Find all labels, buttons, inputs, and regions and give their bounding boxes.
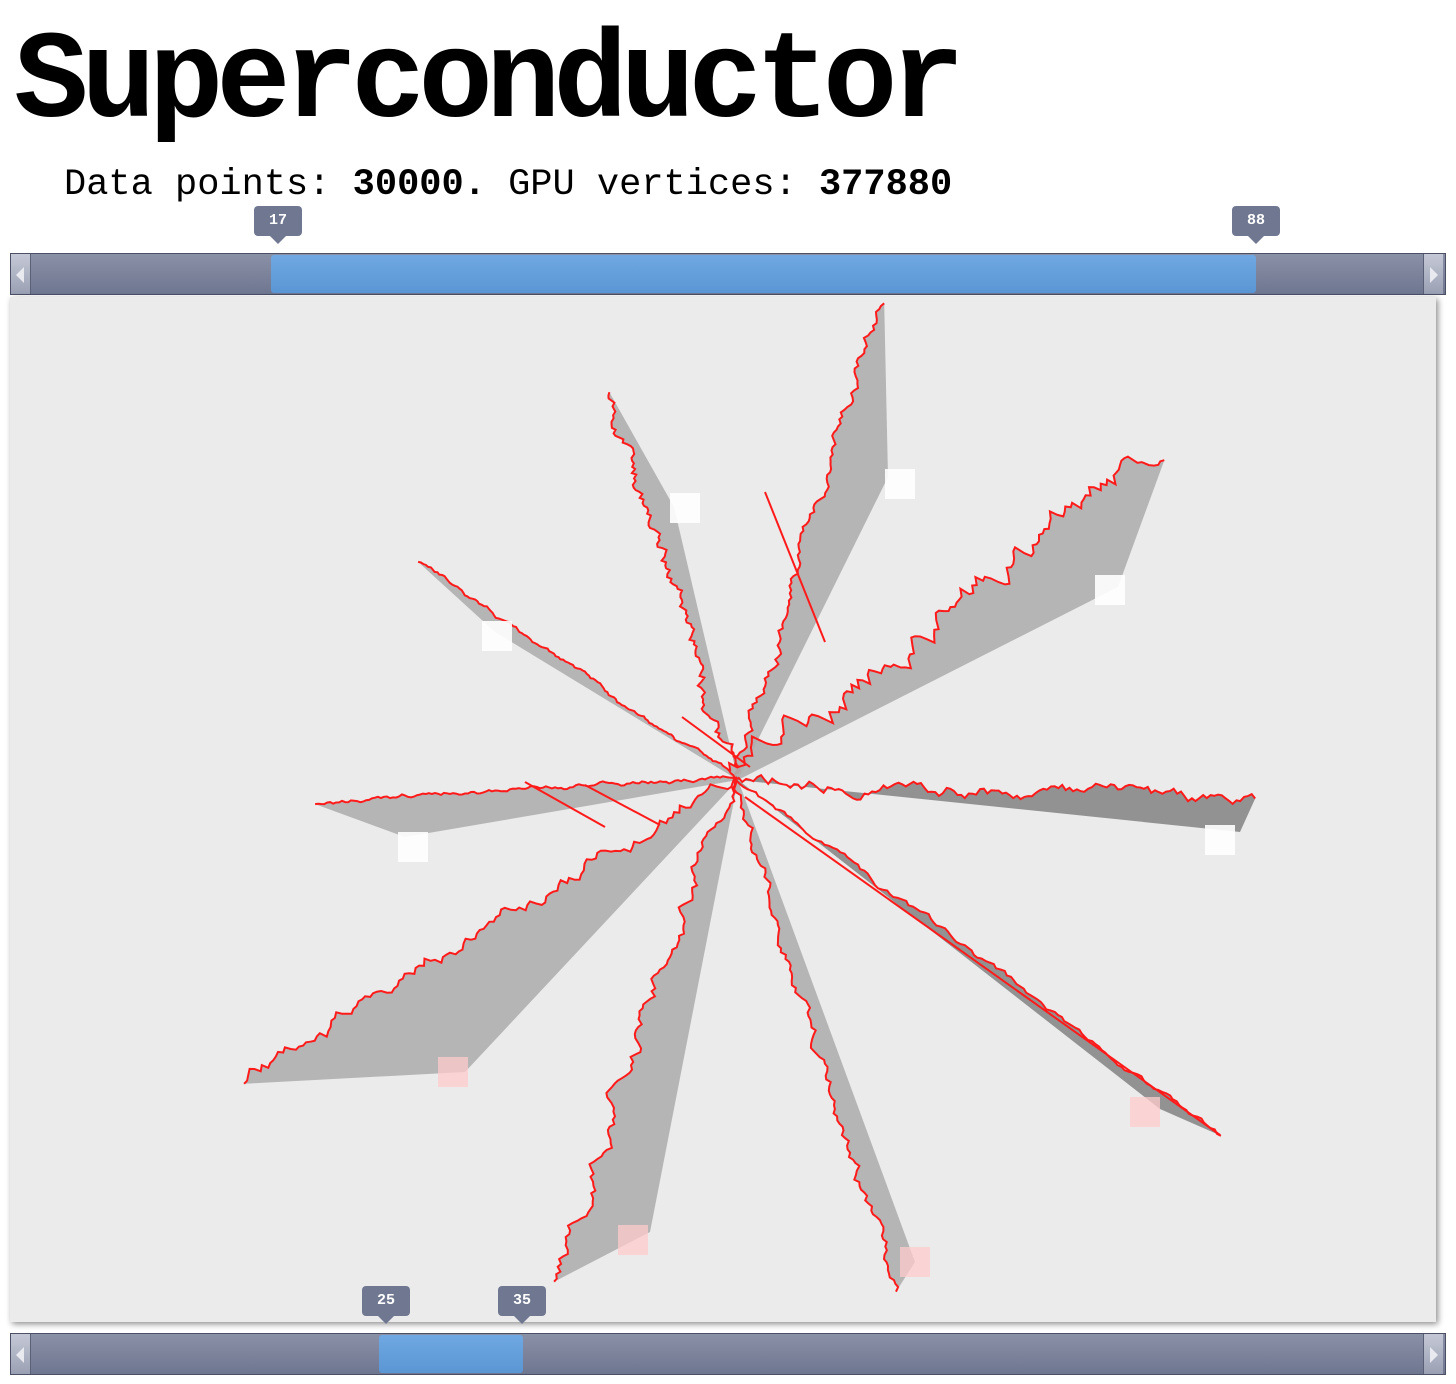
top-slider-min-handle[interactable]: 17: [254, 206, 302, 244]
top-slider-max-handle[interactable]: 88: [1232, 206, 1280, 244]
vertices-label: GPU vertices:: [485, 164, 819, 206]
points-label: Data points:: [64, 164, 353, 206]
data-points-count: 30000.: [352, 164, 486, 206]
wedge-line-9: [733, 777, 1222, 1137]
bottom-slider-min-handle[interactable]: 25: [362, 1286, 410, 1324]
visualization-canvas[interactable]: [10, 297, 1436, 1322]
white-marker: [1205, 825, 1235, 855]
pink-marker: [438, 1057, 468, 1087]
top-slider-right-arrow-icon[interactable]: [1423, 254, 1443, 294]
radial-area-plot: [243, 302, 1256, 1293]
bottom-slider-left-arrow-icon[interactable]: [11, 1334, 31, 1374]
white-marker: [398, 832, 428, 862]
wedge-area-1: [608, 392, 740, 780]
wedge-area-9: [734, 777, 1221, 1136]
pink-marker: [618, 1225, 648, 1255]
bottom-slider-selected-range[interactable]: [379, 1335, 523, 1373]
top-slider-left-arrow-icon[interactable]: [11, 254, 31, 294]
top-range-slider[interactable]: [10, 253, 1446, 295]
bottom-range-slider[interactable]: [10, 1333, 1446, 1375]
white-marker: [482, 621, 512, 651]
white-marker: [885, 469, 915, 499]
bottom-slider-right-arrow-icon[interactable]: [1423, 1334, 1443, 1374]
red-spoke-3: [681, 716, 751, 768]
page-title: Superconductor: [14, 14, 965, 154]
top-slider-selected-range[interactable]: [271, 255, 1256, 293]
white-marker: [670, 493, 700, 523]
stats-line: Data points: 30000. GPU vertices: 377880: [64, 164, 952, 206]
red-spoke-4: [744, 796, 1221, 1136]
bottom-slider-max-handle[interactable]: 35: [498, 1286, 546, 1324]
gpu-vertices-count: 377880: [818, 164, 953, 206]
white-marker: [1095, 575, 1125, 605]
pink-marker: [1130, 1097, 1160, 1127]
pink-marker: [900, 1247, 930, 1277]
